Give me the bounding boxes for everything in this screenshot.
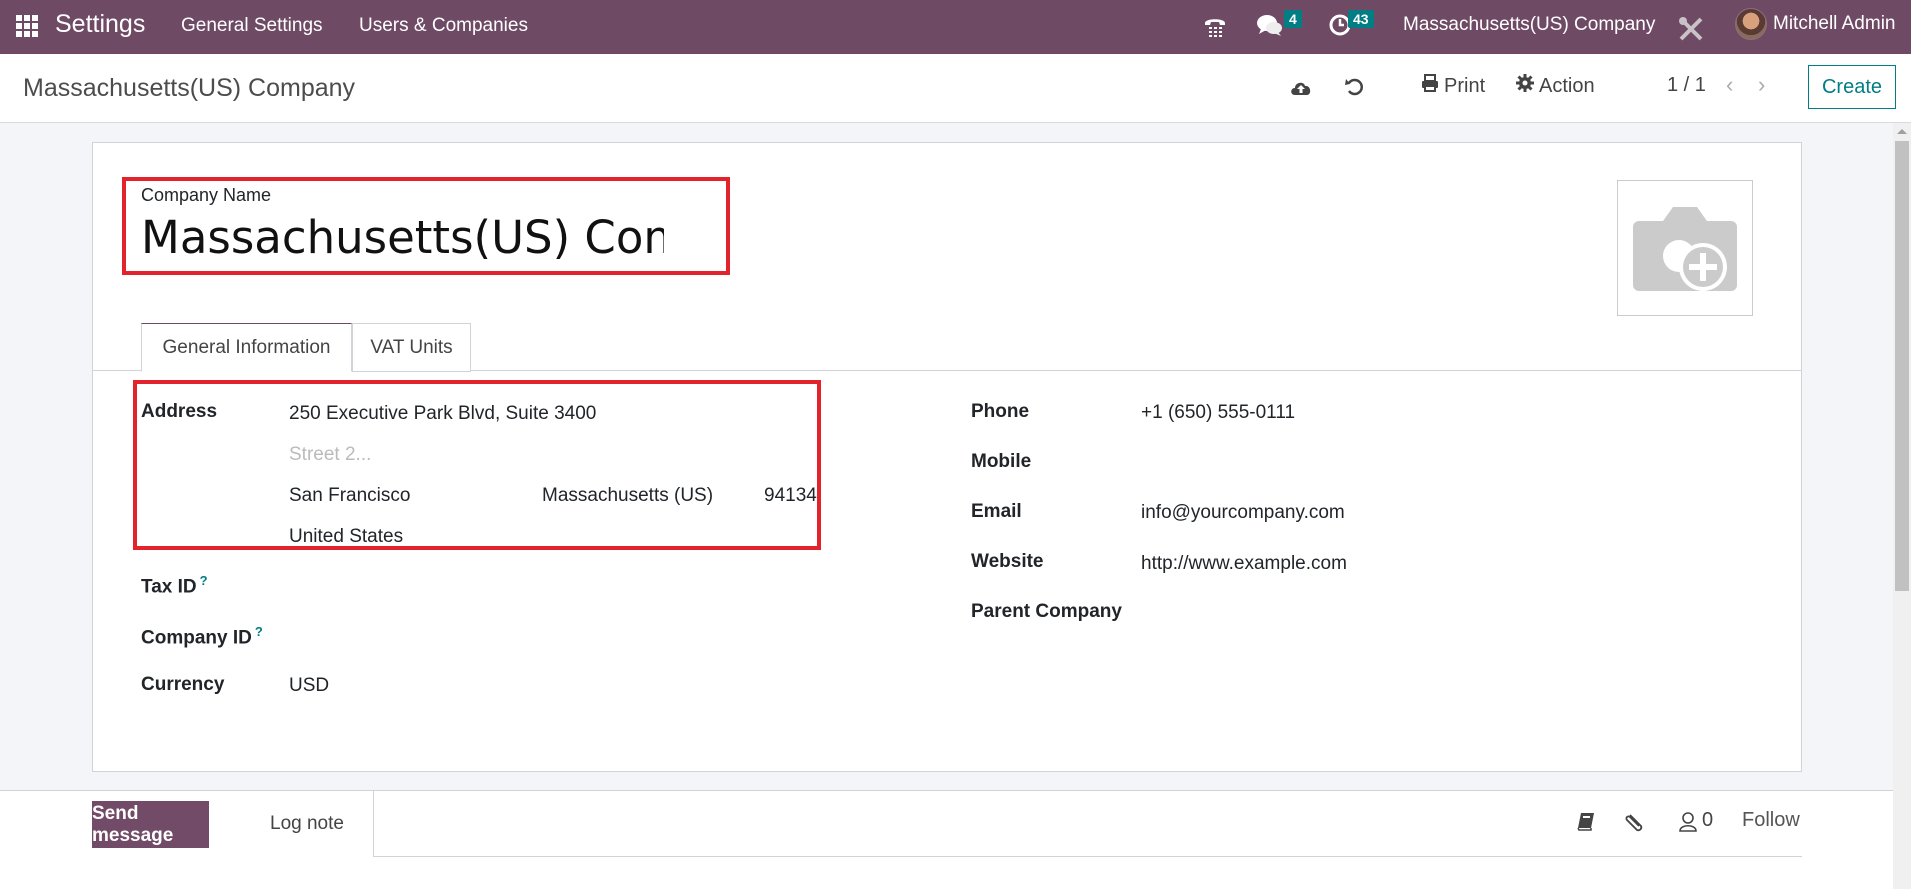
- website-input[interactable]: http://www.example.com: [1141, 553, 1347, 575]
- chatter-divider: [373, 791, 374, 856]
- breadcrumb: Massachusetts(US) Company: [23, 74, 356, 102]
- pager-previous-icon[interactable]: ‹: [1726, 72, 1733, 98]
- street2-input[interactable]: Street 2...: [289, 444, 371, 466]
- form-tabs: General Information VAT Units: [93, 321, 1801, 372]
- parent-company-select[interactable]: [1141, 601, 1641, 625]
- printer-icon: [1421, 74, 1439, 98]
- user-name: Mitchell Admin: [1773, 13, 1896, 34]
- user-menu[interactable]: Mitchell Admin: [1735, 8, 1896, 40]
- email-label: Email: [971, 501, 1022, 522]
- save-cloud-icon[interactable]: [1286, 72, 1316, 102]
- scroll-up-arrow-icon[interactable]: [1897, 129, 1907, 134]
- currency-select[interactable]: USD: [289, 675, 329, 697]
- chatter: Send message Log note 0 Follow: [0, 790, 1893, 889]
- company-id-label: Company ID?: [141, 624, 263, 649]
- scroll-thumb[interactable]: [1895, 141, 1909, 591]
- action-button[interactable]: Action: [1516, 74, 1595, 98]
- zip-input[interactable]: 94134: [764, 485, 817, 507]
- attachment-paperclip-icon[interactable]: [1624, 811, 1646, 838]
- activities-menu[interactable]: 43: [1328, 10, 1388, 44]
- chat-bubbles-icon: [1256, 12, 1284, 43]
- currency-label: Currency: [141, 674, 225, 695]
- app-title[interactable]: Settings: [55, 10, 145, 39]
- print-button[interactable]: Print: [1421, 74, 1485, 98]
- followers-user-icon[interactable]: [1678, 811, 1698, 838]
- tax-id-help-icon[interactable]: ?: [200, 573, 208, 588]
- messages-menu[interactable]: 4: [1256, 10, 1306, 44]
- create-button[interactable]: Create: [1808, 65, 1896, 109]
- mobile-label: Mobile: [971, 451, 1032, 472]
- follower-count[interactable]: 0: [1702, 809, 1713, 832]
- user-avatar: [1735, 8, 1767, 40]
- company-name-input[interactable]: Massachusetts(US) Company: [141, 211, 664, 264]
- website-label: Website: [971, 551, 1044, 572]
- state-select[interactable]: Massachusetts (US): [542, 485, 713, 507]
- top-navbar: Settings General Settings Users & Compan…: [0, 0, 1911, 54]
- voip-phone-icon[interactable]: [1202, 10, 1228, 44]
- company-id-input[interactable]: [289, 624, 789, 648]
- activity-book-icon[interactable]: [1576, 811, 1596, 836]
- send-message-button[interactable]: Send message: [92, 801, 209, 848]
- log-note-button[interactable]: Log note: [270, 813, 344, 835]
- menu-general-settings[interactable]: General Settings: [181, 15, 323, 37]
- camera-add-icon: [1633, 201, 1737, 296]
- chatter-divider-bottom: [373, 856, 1802, 857]
- phone-label: Phone: [971, 401, 1030, 422]
- tax-id-label: Tax ID?: [141, 573, 208, 598]
- email-input[interactable]: info@yourcompany.com: [1141, 502, 1345, 524]
- debug-tools-icon[interactable]: [1677, 12, 1705, 46]
- country-select[interactable]: United States: [289, 526, 403, 548]
- company-id-help-icon[interactable]: ?: [255, 624, 263, 639]
- company-switcher[interactable]: Massachusetts(US) Company: [1403, 14, 1655, 36]
- messages-badge: 4: [1284, 10, 1302, 28]
- phone-input[interactable]: +1 (650) 555-0111: [1141, 402, 1295, 424]
- company-logo-upload[interactable]: [1617, 180, 1753, 316]
- vertical-scrollbar[interactable]: [1893, 123, 1911, 889]
- mobile-input[interactable]: [1141, 451, 1641, 475]
- form-sheet: Company Name Massachusetts(US) Company G…: [92, 142, 1802, 772]
- control-panel: Massachusetts(US) Company Print Action 1…: [0, 54, 1911, 123]
- pager-next-icon[interactable]: ›: [1758, 72, 1765, 98]
- apps-menu-icon[interactable]: [16, 15, 38, 37]
- city-input[interactable]: San Francisco: [289, 485, 410, 507]
- gear-icon: [1516, 74, 1534, 98]
- company-name-label: Company Name: [141, 185, 272, 205]
- activities-badge: 43: [1348, 10, 1374, 28]
- tab-vat-units[interactable]: VAT Units: [352, 323, 471, 372]
- parent-company-label: Parent Company: [971, 601, 1122, 622]
- address-label: Address: [141, 401, 218, 422]
- tax-id-input[interactable]: [289, 573, 789, 597]
- tab-general-information[interactable]: General Information: [141, 323, 352, 372]
- discard-undo-icon[interactable]: [1340, 72, 1370, 102]
- menu-users-companies[interactable]: Users & Companies: [359, 15, 528, 37]
- street-input[interactable]: 250 Executive Park Blvd, Suite 3400: [289, 403, 596, 425]
- pager-value[interactable]: 1 / 1: [1667, 74, 1706, 97]
- follow-button[interactable]: Follow: [1742, 809, 1800, 832]
